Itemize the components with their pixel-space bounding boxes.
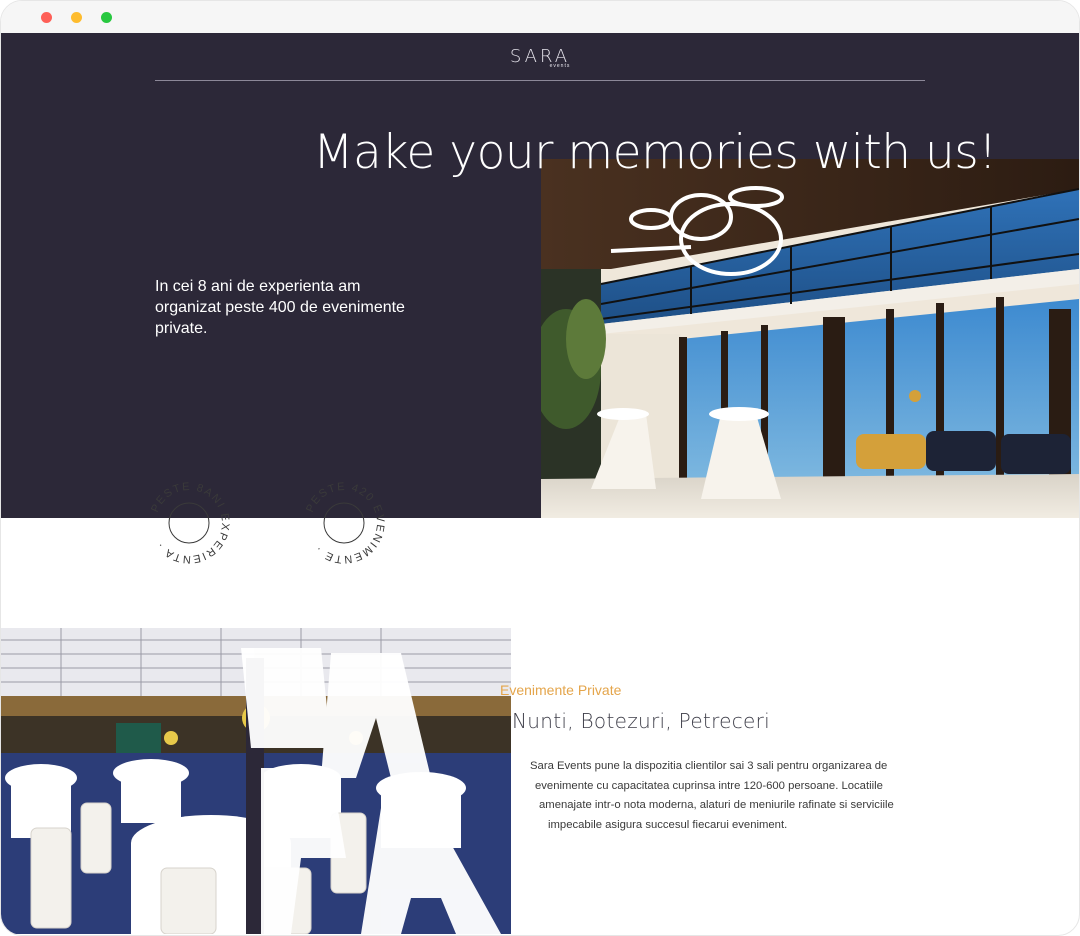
svg-text:PESTE 8ANI EXPERIENTA ·: PESTE 8ANI EXPERIENTA · [149,481,231,565]
experience-rotating-badge: PESTE 8ANI EXPERIENTA · [149,481,231,565]
hero-headline: Make your memories with us! [313,125,997,180]
description-line: evenimente cu capacitatea cuprinsa intre… [535,779,883,792]
minimize-window-button[interactable] [71,12,82,23]
logo-subtext: events [549,63,571,69]
browser-window: SARA events Make your memories with us! … [0,0,1080,936]
event-hall-photo [1,628,511,934]
window-titlebar [1,1,1079,33]
hero-section: SARA events Make your memories with us! … [1,33,1079,518]
hero-intro-text: In cei 8 ani de experienta am organizat … [155,278,405,337]
section-title: Nunti, Botezuri, Petreceri [512,709,771,733]
description-line: amenajate intr-o nota moderna, alaturi d… [539,799,894,811]
site-logo[interactable]: SARA events [1,47,1079,70]
events-badge-text: PESTE 420 EVENIMENTE · [304,481,385,565]
section-description: Sara Events pune la dispozitia clientilo… [506,757,908,835]
header-divider [155,80,925,81]
svg-text:PESTE 420 EVENIMENTE ·: PESTE 420 EVENIMENTE · [304,481,386,565]
description-line: impecabile asigura succesul fiecarui eve… [548,818,788,831]
close-window-button[interactable] [41,12,52,23]
section-eyebrow: Evenimente Private [500,682,622,698]
events-rotating-badge: PESTE 420 EVENIMENTE · [304,481,386,565]
description-line: Sara Events pune la dispozitia clientilo… [530,760,888,772]
maximize-window-button[interactable] [101,12,112,23]
venue-interior-photo [541,159,1079,518]
experience-badge-text: PESTE 8ANI EXPERIENTA · [149,481,230,565]
